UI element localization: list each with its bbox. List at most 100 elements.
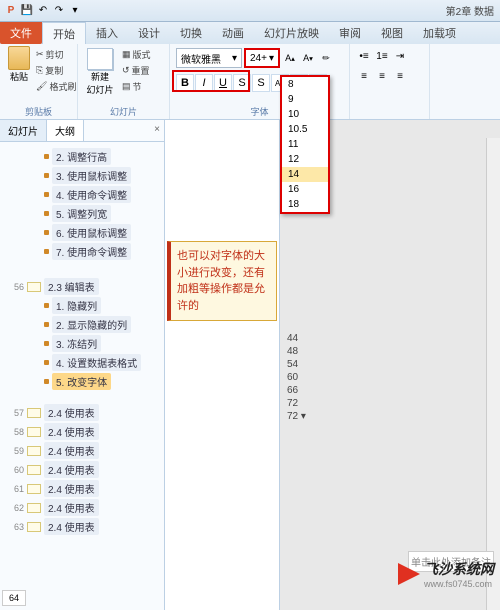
outline-text: 2.4 使用表 [44,518,99,535]
close-pane-icon[interactable]: × [154,124,160,135]
font-size-option[interactable]: 11 [282,137,328,152]
outline-item[interactable]: 3. 冻结列 [44,335,162,352]
outline-item[interactable]: 2. 调整行高 [44,148,162,165]
font-size-option[interactable]: 9 [282,92,328,107]
pane-tab-outline[interactable]: 大纲 [47,120,84,141]
tab-addins[interactable]: 加载项 [413,22,466,44]
indent-button[interactable]: ⇥ [392,48,408,64]
font-size-option[interactable]: 12 [282,152,328,167]
tab-home[interactable]: 开始 [42,22,86,45]
tab-animation[interactable]: 动画 [212,22,254,44]
font-size-option[interactable]: 54 [283,358,310,371]
pane-tab-slides[interactable]: 幻灯片 [0,120,47,141]
outline-text: 2.4 使用表 [44,480,99,497]
format-painter-button[interactable]: 🖌格式刷 [36,80,76,93]
outline-text: 2.4 使用表 [44,442,99,459]
clear-format-button[interactable]: ✏ [318,48,334,68]
bullet-icon [44,360,49,365]
current-slide-number: 64 [2,590,26,606]
outline-item[interactable]: 572.4 使用表 [8,404,162,421]
underline-button[interactable]: U [214,74,232,92]
tab-design[interactable]: 设计 [128,22,170,44]
slide-thumb-icon [27,408,41,418]
slide-thumb-icon [27,282,41,292]
font-size-option[interactable]: 72 ▾ [283,410,310,423]
save-icon[interactable]: 💾 [20,4,34,18]
bullets-button[interactable]: •≡ [356,48,372,64]
outline-item[interactable]: 622.4 使用表 [8,499,162,516]
title-bar: P 💾 ↶ ↷ ▾ 第2章 数据 [0,0,500,22]
tab-view[interactable]: 视图 [371,22,413,44]
align-right-button[interactable]: ≡ [392,68,408,84]
font-size-option[interactable]: 14 [282,167,328,182]
vertical-scrollbar[interactable] [486,138,500,610]
italic-button[interactable]: I [195,74,213,92]
font-size-option[interactable]: 18 [282,197,328,212]
outline-item[interactable]: 602.4 使用表 [8,461,162,478]
layout-icon: ▦ [122,49,131,60]
bullet-icon [44,341,49,346]
font-size-select[interactable]: 24+▾ [244,48,280,68]
outline-item[interactable]: 5. 调整列宽 [44,205,162,222]
font-size-list-cont[interactable]: 44485460667272 ▾ [283,332,310,423]
font-size-option[interactable]: 66 [283,384,310,397]
file-tab[interactable]: 文件 [0,22,42,44]
redo-icon[interactable]: ↷ [52,4,66,18]
outline-item[interactable]: 632.4 使用表 [8,518,162,535]
outline-item[interactable]: 5. 改变字体 [44,373,162,390]
bullet-icon [44,379,49,384]
bullet-icon [44,154,49,159]
grow-font-button[interactable]: A▴ [282,48,298,68]
outline-list[interactable]: 2. 调整行高 3. 使用鼠标调整 4. 使用命令调整 5. 调整列宽 6. 使用鼠标调… [0,142,164,541]
font-size-option[interactable]: 48 [283,345,310,358]
tab-insert[interactable]: 插入 [86,22,128,44]
outline-item[interactable]: 7. 使用命令调整 [44,243,162,260]
outline-item[interactable]: 4. 设置数据表格式 [44,354,162,371]
numbering-button[interactable]: 1≡ [374,48,390,64]
outline-item[interactable]: 6. 使用鼠标调整 [44,224,162,241]
bold-button[interactable]: B [176,74,194,92]
text-shadow-button[interactable]: S [252,74,270,92]
new-slide-button[interactable]: 新建 幻灯片 [82,48,118,96]
shrink-font-button[interactable]: A▾ [300,48,316,68]
outline-item[interactable]: 3. 使用鼠标调整 [44,167,162,184]
tab-transition[interactable]: 切换 [170,22,212,44]
outline-item[interactable]: 2. 显示隐藏的列 [44,316,162,333]
outline-item[interactable]: 4. 使用命令调整 [44,186,162,203]
outline-text: 1. 隐藏列 [52,297,101,314]
paste-button[interactable]: 粘贴 [4,46,34,83]
outline-item[interactable]: 1. 隐藏列 [44,297,162,314]
font-size-option[interactable]: 10 [282,107,328,122]
reset-button[interactable]: ↺重置 [122,64,151,77]
qat-dropdown-icon[interactable]: ▾ [68,4,82,18]
brush-icon: 🖌 [36,81,47,92]
outline-item[interactable]: 612.4 使用表 [8,480,162,497]
tab-slideshow[interactable]: 幻灯片放映 [254,22,329,44]
copy-button[interactable]: ⎘复制 [36,64,76,77]
section-button[interactable]: ▤节 [122,80,151,93]
font-name-select[interactable]: 微软雅黑▾ [176,48,242,68]
outline-item[interactable]: 582.4 使用表 [8,423,162,440]
new-slide-icon [87,48,113,70]
font-size-option[interactable]: 72 [283,397,310,410]
cut-button[interactable]: ✂剪切 [36,48,76,61]
app-icon[interactable]: P [4,4,18,18]
font-size-option[interactable]: 60 [283,371,310,384]
align-left-button[interactable]: ≡ [356,68,372,84]
undo-icon[interactable]: ↶ [36,4,50,18]
outline-item[interactable]: 562.3 编辑表 [8,278,162,295]
strike-button[interactable]: S [233,74,251,92]
font-size-dropdown[interactable]: 891010.51112141618 [280,75,330,214]
layout-button[interactable]: ▦版式 [122,48,151,61]
tab-review[interactable]: 审阅 [329,22,371,44]
outline-item[interactable]: 592.4 使用表 [8,442,162,459]
font-size-option[interactable]: 44 [283,332,310,345]
align-center-button[interactable]: ≡ [374,68,390,84]
bullet-icon [44,230,49,235]
font-size-option[interactable]: 10.5 [282,122,328,137]
dropdown-arrow-icon: ▾ [301,411,306,422]
slide-number: 62 [8,503,24,513]
outline-text: 6. 使用鼠标调整 [52,224,131,241]
font-size-option[interactable]: 16 [282,182,328,197]
font-size-option[interactable]: 8 [282,77,328,92]
